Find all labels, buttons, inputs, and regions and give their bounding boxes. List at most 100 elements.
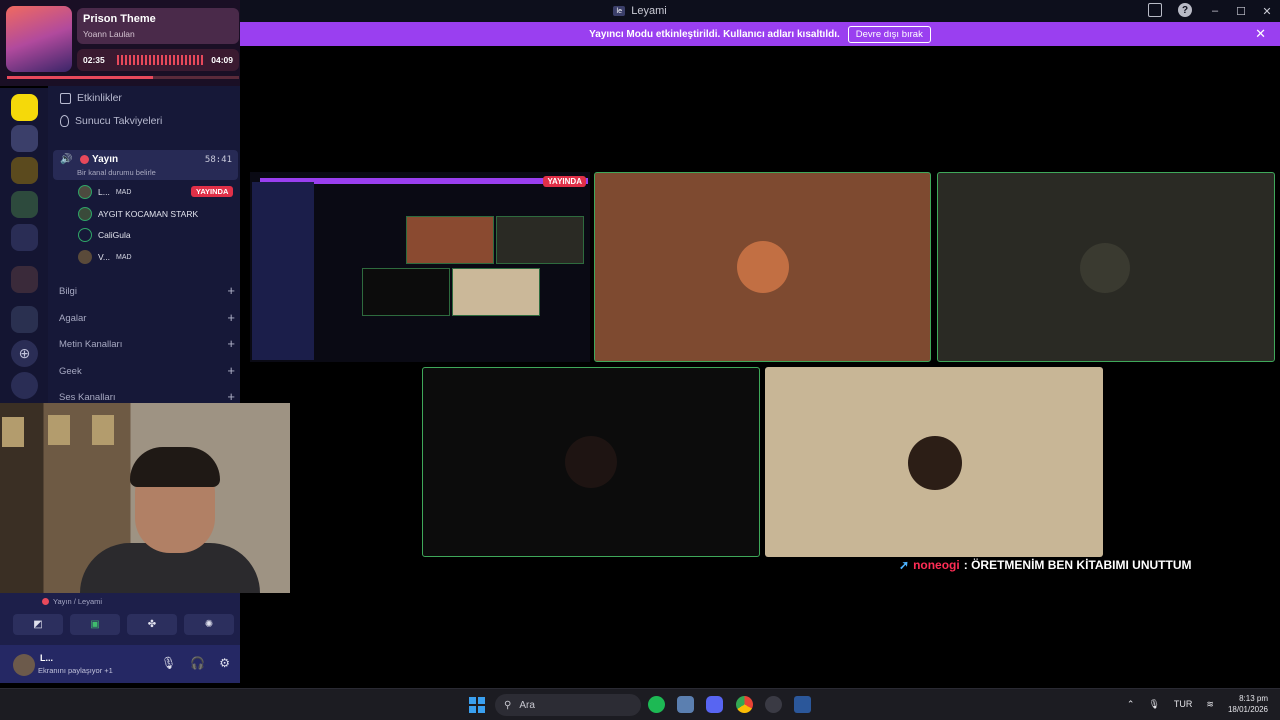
participant-tile[interactable] xyxy=(594,172,931,362)
user-panel: L... Ekranını paylaşıyor +1 🎙 🎧 ⚙ xyxy=(0,645,240,683)
discover-icon[interactable] xyxy=(11,372,38,399)
calendar-icon xyxy=(60,92,71,104)
user-name: L... xyxy=(40,653,53,663)
category-ses-kanallari[interactable]: Ses Kanalları + xyxy=(59,390,235,403)
arrow-icon: ➚ xyxy=(899,558,910,572)
category-metin-kanallari[interactable]: Metin Kanalları + xyxy=(59,337,235,350)
app-icon[interactable] xyxy=(677,696,694,713)
stream-preview-sidebar xyxy=(252,182,314,360)
voice-channel-name: Yayın xyxy=(92,154,119,165)
category-geek[interactable]: Geek + xyxy=(59,364,235,377)
discord-icon[interactable] xyxy=(706,696,723,713)
server-icon-leyami[interactable] xyxy=(11,125,38,152)
album-art xyxy=(6,6,72,72)
screen-share-button[interactable]: ▣ xyxy=(70,614,120,635)
headphones-icon[interactable]: 🎧 xyxy=(190,656,205,670)
participant-tile[interactable] xyxy=(422,367,760,557)
close-window-button[interactable]: ✕ xyxy=(1254,5,1280,18)
add-channel-icon[interactable]: + xyxy=(227,390,235,403)
webcam-overlay xyxy=(0,403,290,593)
close-banner-icon[interactable]: ✕ xyxy=(1255,26,1266,42)
microphone-icon[interactable]: 🎙 xyxy=(161,656,176,670)
server-folder[interactable] xyxy=(11,191,38,218)
streamer-mode-banner: Yayıncı Modu etkinleştirildi. Kullanıcı … xyxy=(240,22,1280,46)
participant-tile[interactable] xyxy=(765,367,1103,557)
stream-tile[interactable]: YAYINDA xyxy=(250,172,590,362)
voice-user[interactable]: CaliGula xyxy=(78,228,131,242)
app-icon[interactable] xyxy=(765,696,782,713)
voice-user[interactable]: AYGIT KOCAMAN STARK xyxy=(78,207,198,221)
channel-status-input[interactable]: Bir kanal durumu belirle xyxy=(77,168,156,177)
language-indicator[interactable]: TUR xyxy=(1174,699,1193,709)
avatar xyxy=(737,241,789,293)
channel-events[interactable]: Etkinlikler xyxy=(60,92,122,104)
taskbar-search[interactable]: ⚲ Ara xyxy=(495,694,641,716)
help-icon[interactable]: ? xyxy=(1178,3,1192,17)
live-dot-icon xyxy=(80,155,89,164)
taskbar: ⚲ Ara ⌃ 🎙 TUR ≋ 8:13 pm 18/01/2026 xyxy=(0,688,1280,720)
add-channel-icon[interactable]: + xyxy=(227,311,235,324)
inbox-icon[interactable] xyxy=(1148,3,1162,17)
avatar xyxy=(1080,243,1130,293)
chevron-up-icon[interactable]: ⌃ xyxy=(1127,699,1135,710)
leyami-icon: le xyxy=(613,6,626,16)
banner-message: Yayıncı Modu etkinleştirildi. Kullanıcı … xyxy=(589,28,840,40)
server-icon[interactable] xyxy=(11,157,38,184)
disable-streamer-mode-button[interactable]: Devre dışı bırak xyxy=(847,25,931,43)
participant-tile[interactable] xyxy=(937,172,1275,362)
settings-gear-icon[interactable]: ⚙ xyxy=(219,656,230,670)
window-title-text: Leyami xyxy=(631,5,667,17)
add-server-icon[interactable]: ⊕ xyxy=(11,340,38,367)
track-artist: Yoann Laulan xyxy=(83,29,135,39)
window-title: le Leyami xyxy=(613,5,667,17)
add-channel-icon[interactable]: + xyxy=(227,337,235,350)
maximize-button[interactable]: ☐ xyxy=(1228,5,1254,18)
stream-live-badge: YAYINDA xyxy=(543,176,586,187)
server-folder[interactable] xyxy=(11,266,38,293)
avatar xyxy=(78,228,92,242)
add-channel-icon[interactable]: + xyxy=(227,284,235,297)
wall-poster xyxy=(2,417,24,447)
voice-connection-panel: Yayın / Leyami ◩ ▣ ✤ ✺ L... Ekranını pay… xyxy=(0,593,240,683)
stream-preview-tile xyxy=(362,268,450,316)
voice-user[interactable]: V... MAD xyxy=(78,250,132,264)
word-icon[interactable] xyxy=(794,696,811,713)
wifi-icon[interactable]: ≋ xyxy=(1206,699,1214,710)
soundboard-button[interactable]: ✺ xyxy=(184,614,234,635)
track-title: Prison Theme xyxy=(83,13,156,25)
voice-user[interactable]: L... MAD xyxy=(78,185,131,199)
camera-off-button[interactable]: ◩ xyxy=(13,614,63,635)
minimize-button[interactable]: – xyxy=(1202,5,1228,17)
clock[interactable]: 8:13 pm 18/01/2026 xyxy=(1228,693,1268,715)
category-bilgi[interactable]: Bilgi + xyxy=(59,284,235,297)
activities-button[interactable]: ✤ xyxy=(127,614,177,635)
server-rail: ⊕ xyxy=(0,88,48,408)
windows-start-icon[interactable] xyxy=(469,697,485,713)
avatar xyxy=(78,207,92,221)
elapsed-time: 02:35 xyxy=(83,55,105,65)
now-playing-widget: Prison Theme Yoann Laulan 02:35 04:09 xyxy=(0,0,240,86)
role-tag: MAD xyxy=(115,253,132,261)
wall-poster xyxy=(48,415,70,445)
server-icon[interactable] xyxy=(11,224,38,251)
add-channel-icon[interactable]: + xyxy=(227,364,235,377)
chat-overlay: ➚ noneogi : ÖRETMENİM BEN KİTABIMI UNUTT… xyxy=(899,558,1192,572)
voice-channel-yayin[interactable]: 🔊 Yayın 58:41 Bir kanal durumu belirle xyxy=(53,150,238,180)
avatar xyxy=(78,185,92,199)
voice-location: Yayın / Leyami xyxy=(42,597,102,606)
avatar[interactable] xyxy=(13,654,35,676)
person-hair xyxy=(130,447,220,487)
audio-waveform xyxy=(117,55,203,65)
microphone-icon[interactable]: 🎙 xyxy=(1148,699,1159,710)
category-agalar[interactable]: Agalar + xyxy=(59,311,235,324)
channel-server-boosts[interactable]: Sunucu Takviyeleri xyxy=(60,115,162,127)
clock-date: 18/01/2026 xyxy=(1227,705,1268,714)
wall-poster xyxy=(92,415,114,445)
search-icon: ⚲ xyxy=(504,699,512,711)
live-badge: YAYINDA xyxy=(191,186,234,197)
spotify-icon[interactable] xyxy=(648,696,665,713)
server-icon[interactable] xyxy=(11,94,38,121)
voice-channel-timer: 58:41 xyxy=(204,155,232,165)
chrome-icon[interactable] xyxy=(736,696,753,713)
server-folder[interactable] xyxy=(11,306,38,333)
